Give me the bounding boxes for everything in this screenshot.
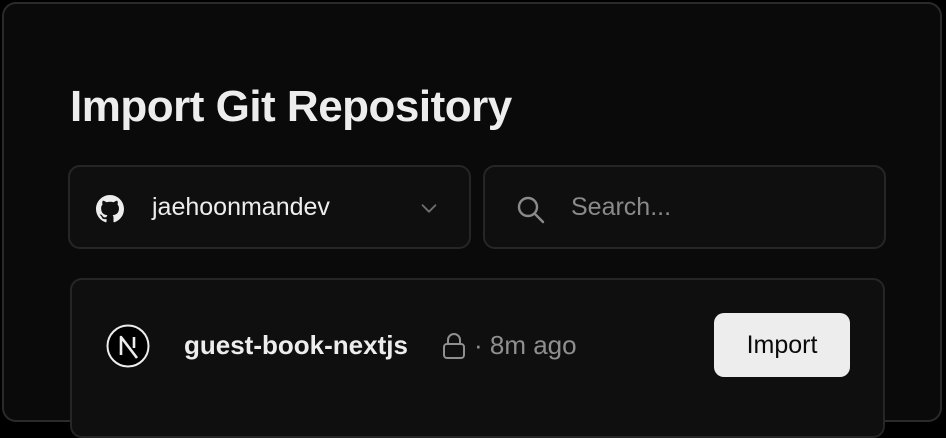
import-button[interactable]: Import	[714, 313, 850, 377]
scope-label: jaehoonmandev	[152, 193, 330, 221]
search-icon	[517, 196, 545, 224]
search-field[interactable]	[483, 165, 886, 249]
import-repository-card: Import Git Repository jaehoonmandev gues…	[2, 2, 942, 438]
git-scope-select[interactable]: jaehoonmandev	[68, 165, 471, 249]
repository-list: guest-book-nextjs · 8m ago Import	[70, 278, 885, 438]
chevron-down-icon	[421, 204, 437, 213]
github-icon	[96, 195, 124, 223]
search-input[interactable]	[571, 187, 861, 227]
nextjs-logo-icon	[106, 324, 150, 368]
repository-name: guest-book-nextjs	[184, 330, 408, 360]
repository-row: guest-book-nextjs · 8m ago Import	[72, 280, 883, 414]
repository-updated-time: · 8m ago	[474, 330, 577, 360]
page-title: Import Git Repository	[70, 82, 512, 131]
lock-icon	[443, 333, 465, 359]
